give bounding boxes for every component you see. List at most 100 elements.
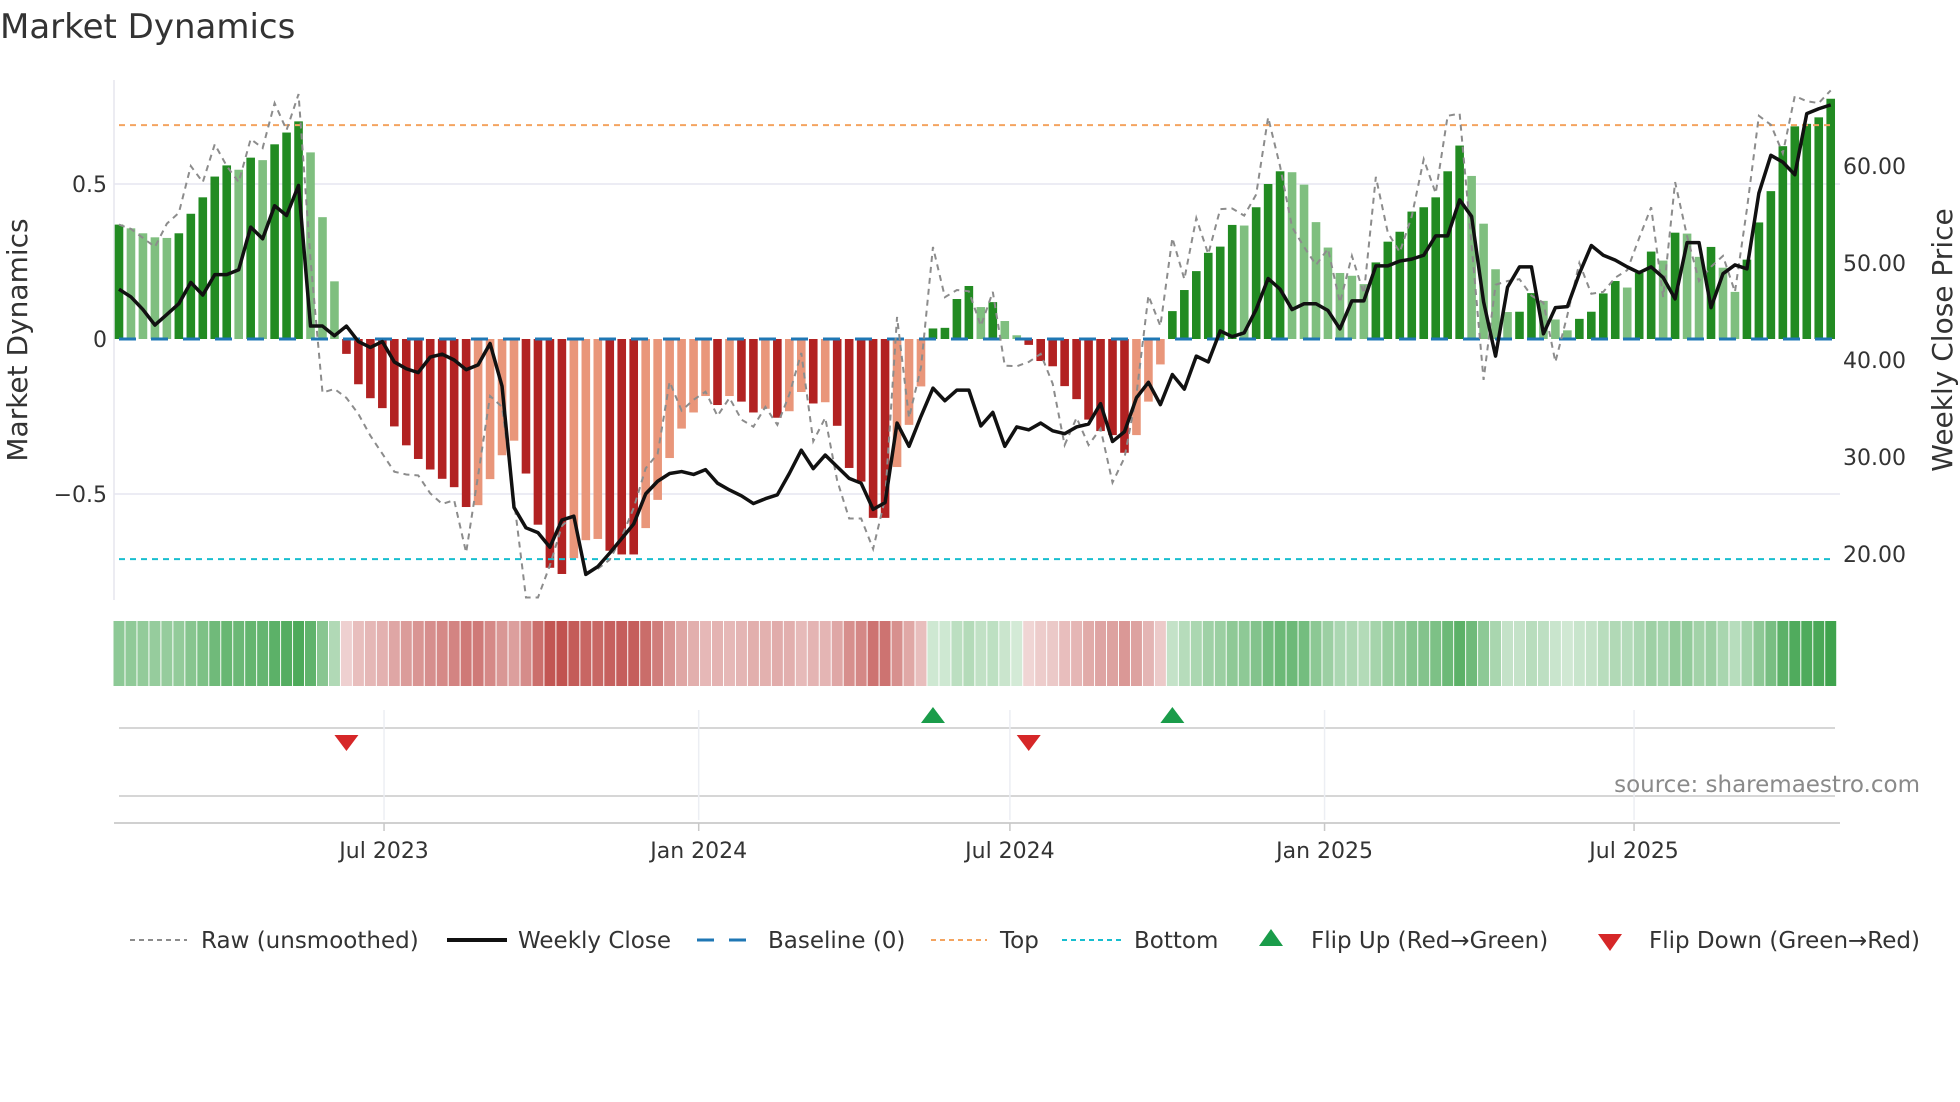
strip-cell — [783, 621, 795, 686]
momentum-bar — [318, 217, 327, 339]
momentum-bar — [773, 339, 782, 418]
strip-cell — [1310, 621, 1322, 686]
flip-up-marker — [920, 707, 945, 723]
legend-item-raw[interactable]: Raw (unsmoothed) — [130, 928, 419, 954]
strip-cell — [843, 621, 855, 686]
momentum-heat-strip — [113, 621, 1837, 686]
strip-cell — [700, 621, 712, 686]
strip-cell — [867, 621, 879, 686]
strip-cell — [1334, 621, 1346, 686]
strip-cell — [688, 621, 700, 686]
strip-cell — [161, 621, 173, 686]
strip-cell — [1047, 621, 1059, 686]
strip-cell — [664, 621, 676, 686]
strip-cell — [209, 621, 221, 686]
momentum-bar — [844, 339, 854, 468]
momentum-bar — [832, 339, 842, 426]
strip-cell — [712, 621, 723, 686]
strip-cell — [855, 621, 867, 686]
strip-cell — [400, 621, 412, 686]
strip-cell — [927, 621, 939, 686]
momentum-bar — [1156, 339, 1165, 365]
strip-cell — [1298, 621, 1310, 686]
strip-cell — [1142, 621, 1154, 686]
momentum-bar — [1144, 339, 1153, 402]
strip-cell — [807, 621, 819, 686]
strip-cell — [364, 621, 376, 686]
left-y-ticks: 0.5 0 −0.5 — [54, 173, 107, 508]
strip-cell — [1011, 621, 1023, 686]
momentum-bar — [210, 176, 220, 339]
legend-item-top[interactable]: Top — [931, 928, 1039, 954]
momentum-bar — [808, 339, 818, 404]
strip-cell — [508, 621, 520, 686]
strip-cell — [328, 621, 340, 686]
momentum-bar — [1598, 293, 1608, 339]
strip-cell — [1825, 621, 1837, 686]
momentum-bar — [174, 233, 184, 339]
strip-cell — [1059, 621, 1071, 686]
legend-item-flip-down[interactable]: Flip Down (Green→Red) — [1598, 928, 1920, 954]
strip-cell — [436, 621, 448, 686]
momentum-bar — [749, 339, 758, 413]
strip-cell — [185, 621, 197, 686]
legend-item-flip-up[interactable]: Flip Up (Red→Green) — [1259, 928, 1548, 954]
strip-cell — [1346, 621, 1358, 686]
strip-cell — [1442, 621, 1454, 686]
momentum-bar — [1431, 197, 1440, 339]
momentum-bar — [1192, 271, 1201, 339]
strip-cell — [580, 621, 592, 686]
strip-cell — [1214, 621, 1226, 686]
momentum-bar — [533, 339, 543, 525]
momentum-bar — [1048, 339, 1057, 367]
momentum-bar — [1575, 318, 1584, 339]
legend-label: Top — [999, 928, 1039, 954]
momentum-bar — [114, 224, 124, 339]
momentum-bar — [952, 299, 962, 339]
legend-item-bottom[interactable]: Bottom — [1062, 928, 1218, 954]
strip-cell — [1693, 621, 1705, 686]
strip-cell — [1705, 621, 1717, 686]
momentum-bar — [1215, 246, 1225, 339]
momentum-bar — [126, 228, 136, 339]
strip-cell — [1322, 621, 1334, 686]
momentum-bar — [1634, 272, 1644, 339]
strip-cell — [149, 621, 161, 686]
strip-cell — [137, 621, 149, 686]
y2-tick-label: 40.00 — [1843, 349, 1906, 374]
momentum-bar — [1036, 339, 1045, 362]
momentum-bar — [1311, 222, 1321, 339]
strip-cell — [915, 621, 927, 686]
strip-cell — [1286, 621, 1298, 686]
strip-cell — [197, 621, 209, 686]
strip-cell — [1202, 621, 1214, 686]
flip-up-marker — [1160, 707, 1185, 723]
strip-cell — [1502, 621, 1514, 686]
legend-item-close[interactable]: Weekly Close — [447, 928, 671, 954]
strip-cell — [771, 621, 783, 686]
momentum-bar — [222, 165, 232, 339]
strip-cell — [1525, 621, 1537, 686]
momentum-bar — [1742, 259, 1752, 339]
legend-item-baseline[interactable]: Baseline (0) — [697, 928, 905, 954]
triangle-down-icon — [1598, 934, 1622, 951]
strip-cell — [640, 621, 652, 686]
momentum-bar — [581, 339, 591, 541]
y2-tick-label: 20.00 — [1843, 543, 1906, 568]
strip-cell — [1669, 621, 1681, 686]
momentum-bar — [557, 339, 567, 574]
strip-cell — [999, 621, 1011, 686]
momentum-bar — [593, 339, 603, 539]
strip-cell — [879, 621, 891, 686]
strip-cell — [1478, 621, 1490, 686]
strip-cell — [628, 621, 640, 686]
momentum-bar — [940, 327, 950, 339]
strip-cell — [113, 621, 125, 686]
strip-cell — [1813, 621, 1825, 686]
momentum-bar — [1239, 225, 1249, 339]
momentum-bar — [1383, 241, 1393, 339]
strip-cell — [316, 621, 328, 686]
strip-cell — [1166, 621, 1178, 686]
strip-cell — [472, 621, 484, 686]
flip-down-marker — [334, 735, 359, 751]
